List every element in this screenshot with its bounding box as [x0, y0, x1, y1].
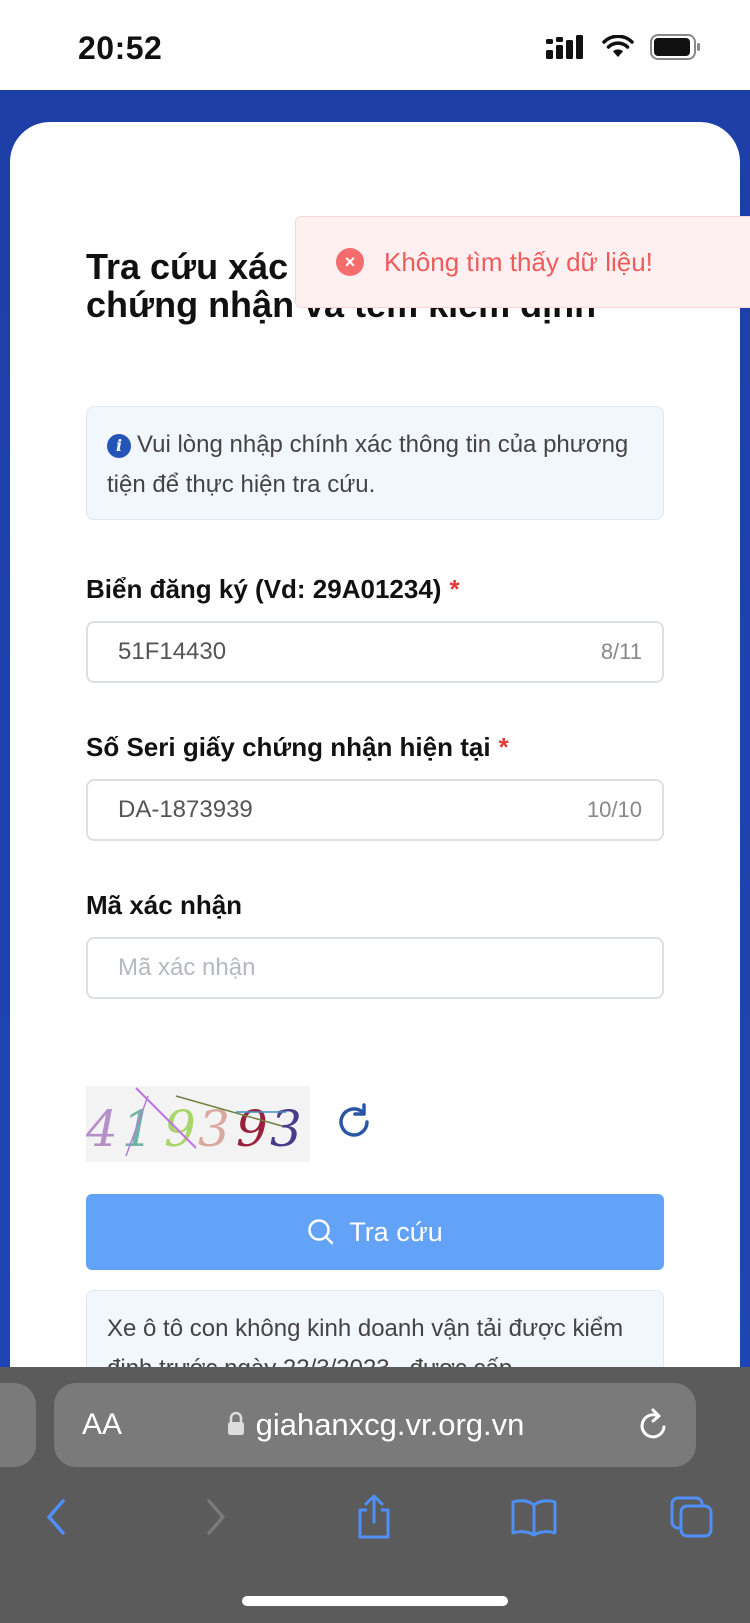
search-button-label: Tra cứu: [349, 1216, 443, 1247]
info-icon: i: [107, 434, 131, 458]
browser-bottom-bar: AA giahanxcg.vr.org.vn: [0, 1367, 750, 1623]
plate-field[interactable]: 8/11: [86, 621, 664, 683]
url-text: giahanxcg.vr.org.vn: [255, 1407, 525, 1442]
plate-label: Biển đăng ký (Vd: 29A01234) *: [86, 574, 460, 605]
info-text: Vui lòng nhập chính xác thông tin của ph…: [107, 431, 629, 498]
error-icon: ×: [336, 248, 364, 276]
serial-char-count: 10/10: [586, 797, 642, 822]
code-field[interactable]: [86, 937, 664, 999]
plate-label-text: Biển đăng ký (Vd: 29A01234): [86, 574, 442, 604]
chevron-left-icon: [47, 1499, 65, 1535]
captcha-char: 3: [198, 1100, 230, 1158]
code-input[interactable]: [118, 954, 642, 982]
wifi-icon: [602, 35, 634, 57]
error-toast: × Không tìm thấy dữ liệu!: [295, 216, 750, 308]
captcha-char: 4: [86, 1100, 118, 1158]
url-display[interactable]: giahanxcg.vr.org.vn: [54, 1407, 696, 1443]
toast-message: Không tìm thấy dữ liệu!: [384, 246, 653, 277]
plate-input[interactable]: [118, 638, 601, 666]
code-label: Mã xác nhận: [86, 890, 243, 920]
tabs-button[interactable]: [662, 1487, 722, 1547]
captcha-image: 4 1 9 3 9 3: [86, 1086, 310, 1162]
captcha-char: 9: [236, 1100, 268, 1158]
serial-field[interactable]: 10/10: [86, 779, 664, 841]
captcha-char: 1: [122, 1100, 154, 1158]
reload-icon[interactable]: [636, 1407, 670, 1443]
address-bar[interactable]: AA giahanxcg.vr.org.vn: [54, 1383, 696, 1467]
previous-tab-stub[interactable]: [0, 1383, 36, 1467]
book-icon: [511, 1499, 557, 1537]
status-time: 20:52: [78, 30, 163, 66]
serial-input[interactable]: [118, 796, 587, 824]
lock-icon: [227, 1411, 244, 1435]
bookmarks-button[interactable]: [504, 1487, 564, 1547]
info-box: i Vui lòng nhập chính xác thông tin của p…: [86, 406, 664, 520]
required-mark: *: [449, 574, 460, 604]
captcha-char: 3: [270, 1100, 302, 1158]
browser-toolbar: [0, 1487, 750, 1557]
back-button[interactable]: [26, 1487, 86, 1547]
serial-label-text: Số Seri giấy chứng nhận hiện tại: [86, 732, 491, 762]
refresh-captcha-icon[interactable]: [334, 1102, 374, 1142]
status-icons: [546, 34, 702, 60]
battery-icon: [650, 34, 700, 60]
home-indicator: [242, 1596, 508, 1606]
plate-char-count: 8/11: [600, 639, 642, 664]
cellular-signal-icon: [546, 35, 583, 59]
captcha-char: 9: [164, 1100, 196, 1158]
serial-label: Số Seri giấy chứng nhận hiện tại *: [86, 732, 509, 763]
search-icon: [308, 1219, 334, 1245]
chevron-right-icon: [207, 1499, 225, 1535]
forward-button[interactable]: [186, 1487, 246, 1547]
search-button[interactable]: Tra cứu: [86, 1194, 664, 1270]
status-bar: 20:52: [0, 0, 750, 90]
required-mark: *: [498, 732, 509, 762]
share-icon: [358, 1494, 390, 1539]
tabs-icon: [670, 1496, 713, 1538]
share-button[interactable]: [344, 1487, 404, 1547]
